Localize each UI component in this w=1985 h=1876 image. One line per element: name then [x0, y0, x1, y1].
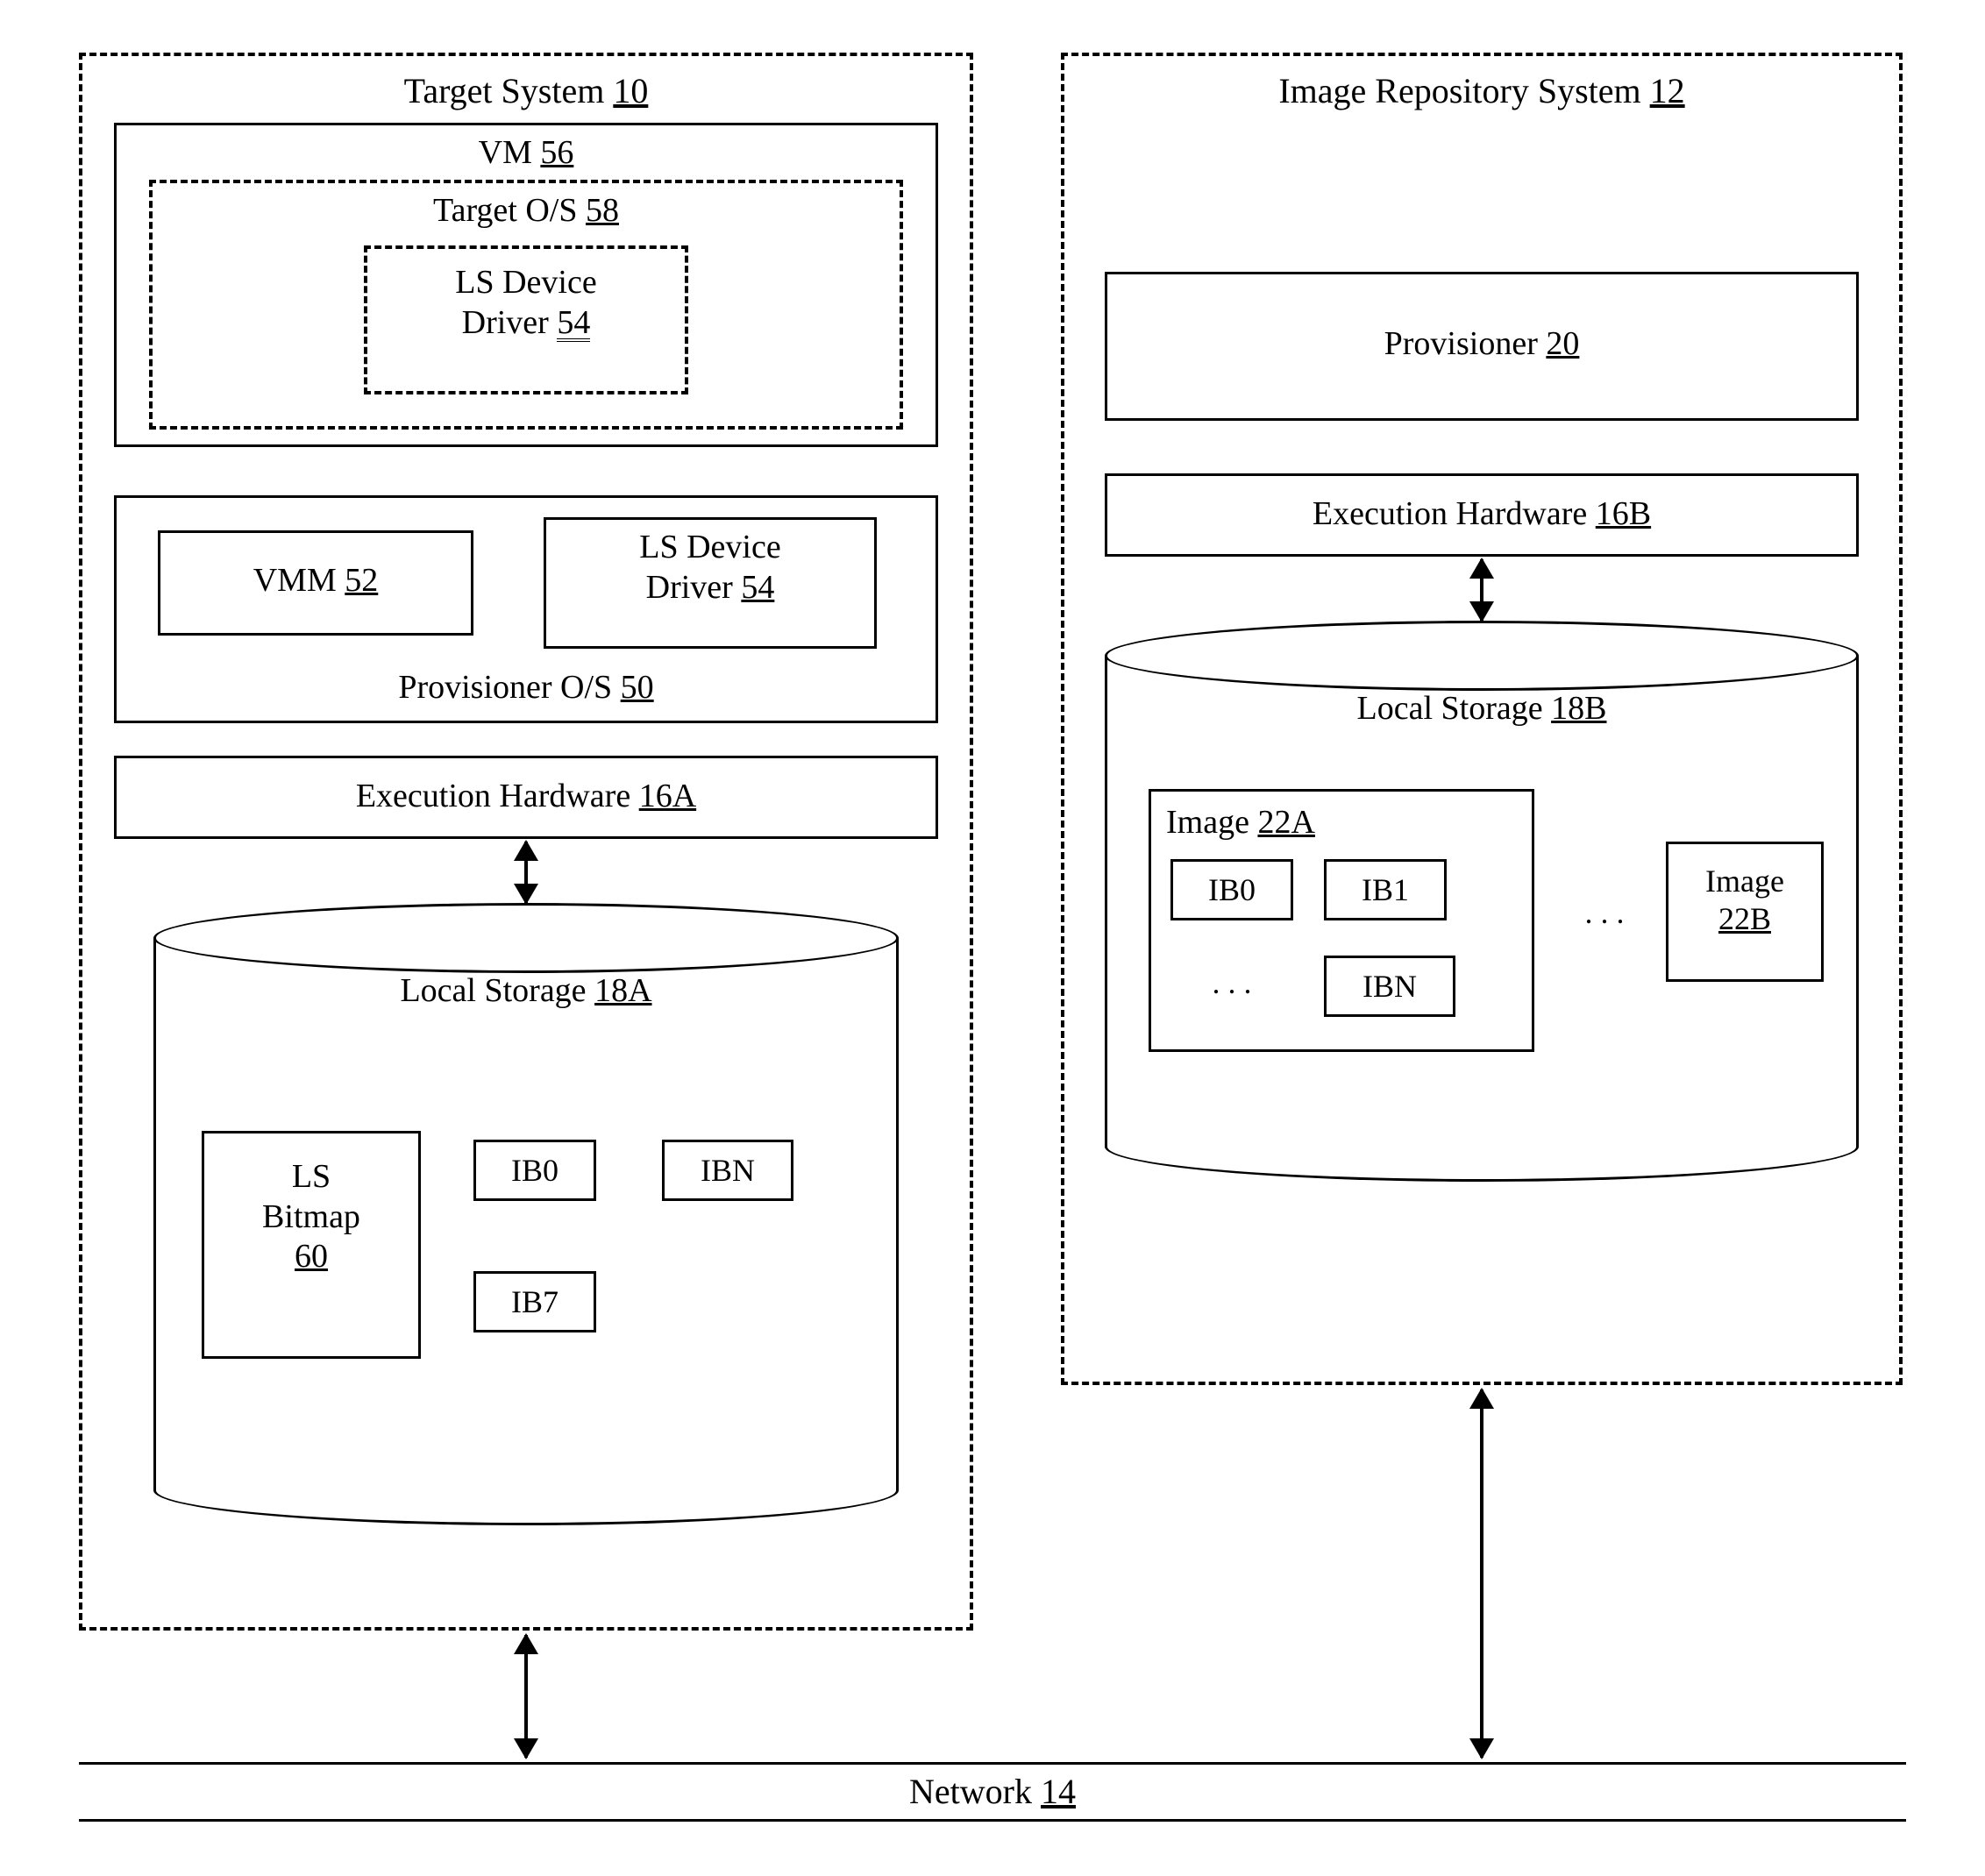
- local-storage-a-label: Local Storage 18A: [153, 971, 899, 1012]
- vmm-num: 52: [345, 562, 378, 599]
- local-storage-b-text: Local Storage: [1357, 690, 1543, 727]
- target-os-label: Target O/S 58: [149, 191, 903, 231]
- ls-device-driver-lower-label: LS Device Driver 54: [544, 528, 877, 608]
- ls-bitmap-num: 60: [295, 1238, 328, 1275]
- execution-hardware-a-text: Execution Hardware: [356, 778, 630, 814]
- provisioner-text: Provisioner: [1384, 325, 1538, 362]
- ls-device-driver-lower-line2: Driver: [646, 569, 733, 606]
- image-22a-num: 22A: [1257, 804, 1314, 841]
- image-22a-label: Image 22A: [1166, 803, 1517, 843]
- ls-device-driver-inner-line1: LS Device: [455, 264, 596, 301]
- network-line-bottom: [79, 1819, 1906, 1822]
- ib7-a-label: IB7: [473, 1283, 596, 1321]
- provisioner-os-num: 50: [621, 669, 654, 706]
- image-22b-label: Image 22B: [1666, 863, 1824, 938]
- target-system-title: Target System 10: [79, 70, 973, 112]
- ib0-b-label: IB0: [1170, 871, 1293, 909]
- repo-system-title-text: Image Repository System: [1278, 71, 1640, 110]
- network-line-top: [79, 1762, 1906, 1765]
- network-text: Network: [909, 1772, 1032, 1811]
- vm-label: VM 56: [114, 133, 938, 174]
- local-storage-a-num: 18A: [594, 972, 651, 1009]
- vm-num: 56: [540, 134, 573, 171]
- network-num: 14: [1041, 1772, 1076, 1811]
- local-storage-b-num: 18B: [1551, 690, 1606, 727]
- ls-bitmap-label: LS Bitmap 60: [202, 1157, 421, 1277]
- provisioner-label: Provisioner 20: [1105, 324, 1859, 365]
- execution-hardware-b-label: Execution Hardware 16B: [1105, 494, 1859, 535]
- ibn-b-label: IBN: [1324, 968, 1455, 1006]
- ls-device-driver-lower-line1: LS Device: [639, 529, 780, 565]
- ls-bitmap-line1: LS: [292, 1158, 331, 1195]
- arrow-exhw-storage-a: [524, 842, 528, 903]
- ls-device-driver-inner-label: LS Device Driver 54: [364, 263, 688, 343]
- arrow-exhw-storage-b: [1480, 559, 1483, 621]
- execution-hardware-b-num: 16B: [1596, 495, 1651, 532]
- ls-bitmap-line2: Bitmap: [262, 1198, 360, 1235]
- vm-text: VM: [479, 134, 532, 171]
- dots-inside: . . .: [1170, 964, 1293, 1002]
- provisioner-num: 20: [1546, 325, 1579, 362]
- repo-system-title: Image Repository System 12: [1061, 70, 1903, 112]
- image-22a-text: Image: [1166, 804, 1249, 841]
- target-os-text: Target O/S: [433, 192, 577, 229]
- target-system-title-text: Target System: [404, 71, 605, 110]
- vmm-text: VMM: [253, 562, 337, 599]
- ls-device-driver-inner-num: 54: [557, 307, 590, 342]
- dots-between-images: . . .: [1552, 894, 1657, 932]
- arrow-target-network: [524, 1635, 528, 1758]
- ls-device-driver-inner-line2: Driver: [462, 304, 549, 341]
- target-os-num: 58: [586, 192, 619, 229]
- repo-system-num: 12: [1650, 71, 1685, 110]
- image-22b-text: Image: [1705, 863, 1784, 899]
- local-storage-a-text: Local Storage: [400, 972, 586, 1009]
- vmm-label: VMM 52: [158, 561, 473, 601]
- provisioner-os-text: Provisioner O/S: [398, 669, 612, 706]
- provisioner-os-label: Provisioner O/S 50: [114, 668, 938, 708]
- execution-hardware-b-text: Execution Hardware: [1313, 495, 1587, 532]
- local-storage-b-label: Local Storage 18B: [1105, 689, 1859, 729]
- ls-device-driver-lower-num: 54: [741, 569, 774, 606]
- ibn-a-label: IBN: [662, 1152, 793, 1190]
- target-system-num: 10: [613, 71, 648, 110]
- ib1-b-label: IB1: [1324, 871, 1447, 909]
- execution-hardware-a-num: 16A: [639, 778, 696, 814]
- network-label: Network 14: [0, 1771, 1985, 1813]
- arrow-repo-network: [1480, 1389, 1483, 1758]
- ib0-a-label: IB0: [473, 1152, 596, 1190]
- execution-hardware-a-label: Execution Hardware 16A: [114, 777, 938, 817]
- image-22b-num: 22B: [1718, 901, 1771, 936]
